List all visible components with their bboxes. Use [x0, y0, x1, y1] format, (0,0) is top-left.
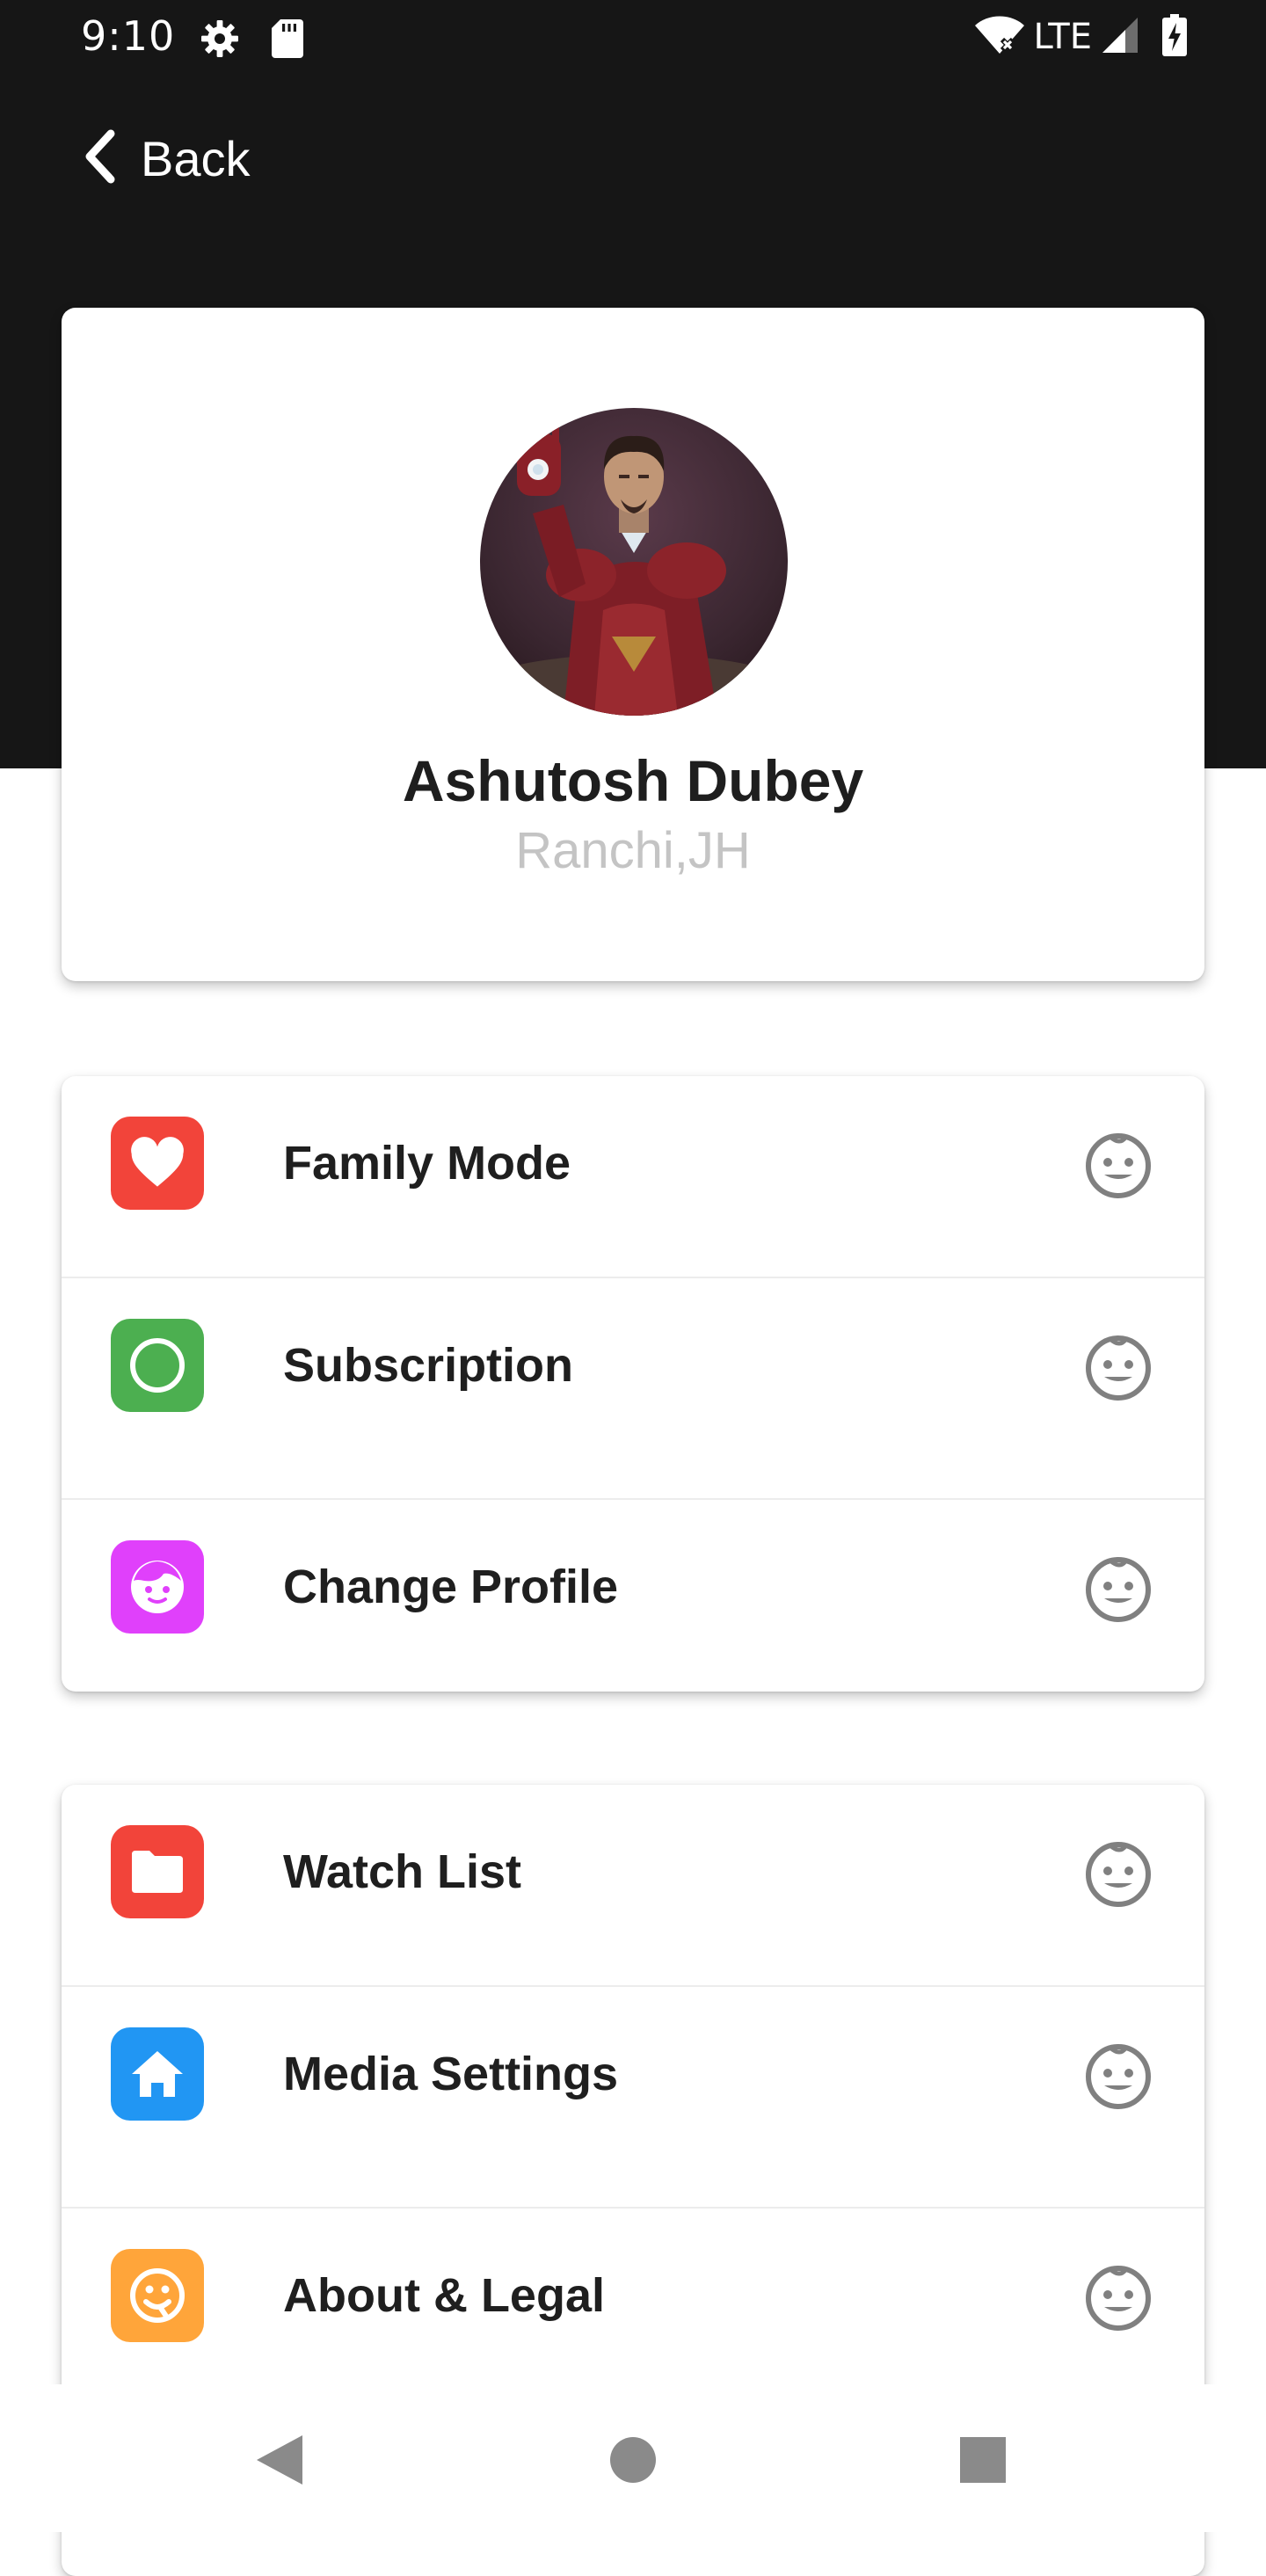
- menu-label: Change Profile: [283, 1561, 619, 1613]
- baby-face-icon: [1081, 1127, 1155, 1201]
- baby-face-icon: [1081, 1551, 1155, 1625]
- profile-name: Ashutosh Dubey: [402, 748, 864, 813]
- menu-item-media-settings[interactable]: Media Settings: [62, 1985, 1204, 2184]
- menu-label: Subscription: [283, 1339, 574, 1392]
- menu-item-change-profile[interactable]: Change Profile: [62, 1498, 1204, 1697]
- heart-icon: [111, 1117, 204, 1210]
- nav-recents-button[interactable]: [958, 2432, 1008, 2492]
- menu-item-family-mode[interactable]: Family Mode: [62, 1076, 1204, 1273]
- back-label: Back: [141, 130, 251, 186]
- sd-card-icon: [269, 18, 306, 64]
- menu-item-about-legal[interactable]: About & Legal: [62, 2207, 1204, 2405]
- status-time: 9:10: [81, 12, 176, 60]
- nav-home-button[interactable]: [608, 2432, 658, 2492]
- profile-card: Ashutosh Dubey Ranchi,JH: [62, 308, 1204, 981]
- network-type: LTE: [1033, 17, 1092, 57]
- wifi-icon: [974, 15, 1025, 60]
- face-icon: [111, 1540, 204, 1634]
- back-button[interactable]: Back: [83, 116, 251, 200]
- nav-back-button[interactable]: [253, 2432, 306, 2492]
- menu-group-account: Family Mode Subscription Change Profile: [62, 1076, 1204, 1692]
- baby-face-icon: [1081, 1329, 1155, 1403]
- battery-charging-icon: [1162, 13, 1187, 61]
- menu-label: Family Mode: [283, 1137, 571, 1190]
- baby-face-icon: [1081, 1836, 1155, 1910]
- system-nav-bar: [0, 2384, 1266, 2532]
- baby-face-icon: [1081, 2259, 1155, 2333]
- menu-label: Media Settings: [283, 2048, 619, 2100]
- menu-item-watch-list[interactable]: Watch List: [62, 1785, 1204, 1982]
- circle-icon: [111, 1319, 204, 1412]
- menu-item-subscription[interactable]: Subscription: [62, 1277, 1204, 1475]
- menu-label: About & Legal: [283, 2269, 605, 2322]
- status-bar: 9:10 LTE: [0, 0, 1266, 74]
- folder-icon: [111, 1825, 204, 1918]
- settings-icon: [199, 18, 241, 64]
- signal-icon: [1101, 16, 1139, 59]
- chevron-left-icon: [83, 128, 118, 189]
- avatar[interactable]: [480, 408, 788, 716]
- home-icon: [111, 2027, 204, 2121]
- baby-face-icon: [1081, 2038, 1155, 2112]
- smile-badge-icon: [111, 2249, 204, 2342]
- profile-location: Ranchi,JH: [515, 822, 751, 879]
- menu-label: Watch List: [283, 1845, 522, 1898]
